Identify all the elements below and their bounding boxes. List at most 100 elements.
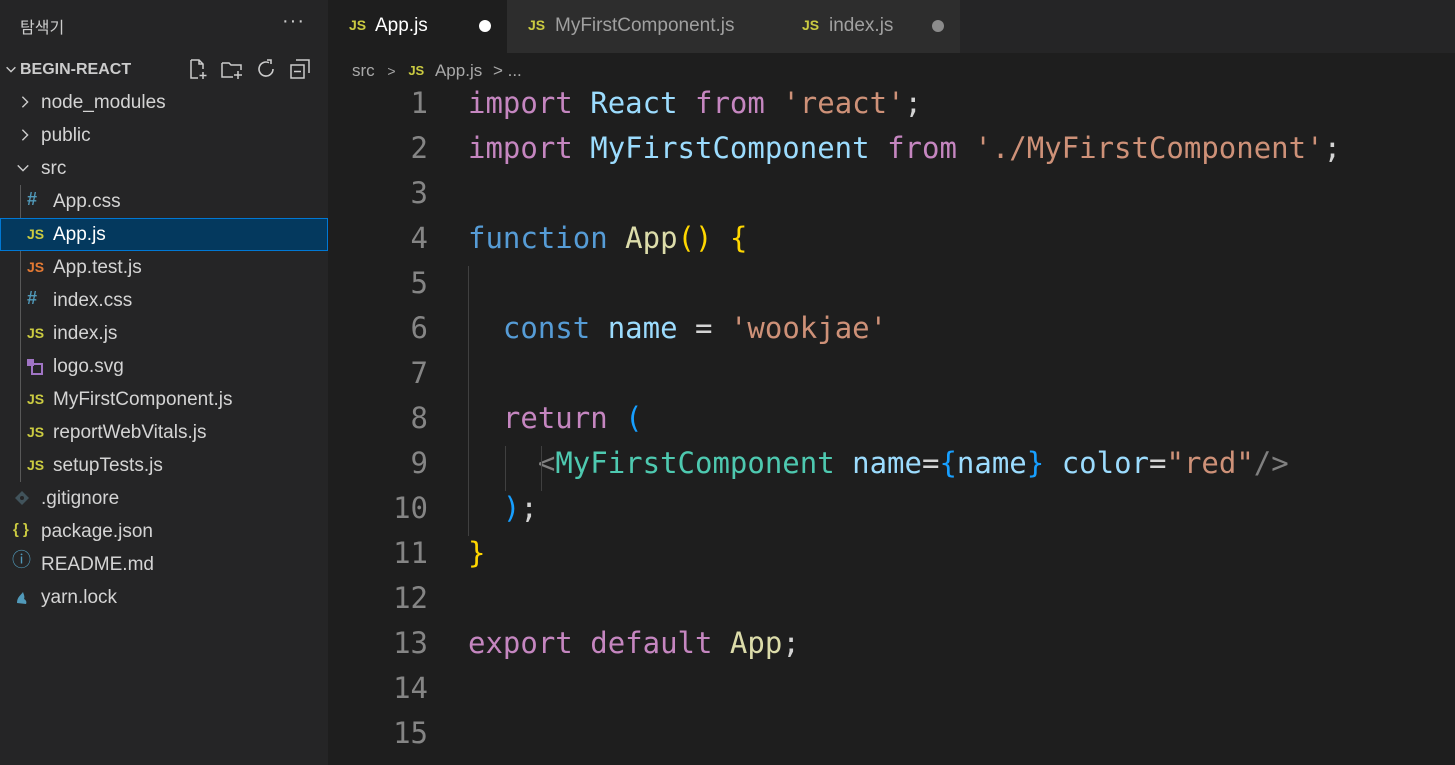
tree-item-index-js[interactable]: JS index.js <box>0 317 328 350</box>
line-number: 5 <box>410 266 428 300</box>
tree-item-label: MyFirstComponent.js <box>53 389 233 410</box>
js-file-icon: JS <box>528 17 546 33</box>
line-number: 12 <box>393 581 428 615</box>
tree-item-label: yarn.lock <box>41 587 118 608</box>
tree-item-src[interactable]: src <box>0 152 328 185</box>
new-folder-icon[interactable] <box>220 57 244 81</box>
code-token: 'react' <box>782 86 905 120</box>
code-line[interactable]: ); <box>468 491 538 525</box>
code-line[interactable]: function App() { <box>468 221 747 255</box>
new-file-icon[interactable] <box>186 57 210 81</box>
tree-item-index-css[interactable]: # index.css <box>0 284 328 317</box>
tree-item-setuptests-js[interactable]: JS setupTests.js <box>0 449 328 482</box>
code-token: } <box>1026 446 1045 480</box>
code-token: return <box>502 401 608 435</box>
tree-item-logo-svg[interactable]: logo.svg <box>0 350 328 383</box>
tab-label: App.js <box>375 15 428 36</box>
tab-label: MyFirstComponent.js <box>555 15 735 36</box>
line-number: 2 <box>410 131 428 165</box>
code-token: name <box>607 311 678 345</box>
tree-item-label: src <box>41 158 67 179</box>
code-token: { <box>729 221 748 255</box>
code-token: React <box>590 86 678 120</box>
tree-item-label: .gitignore <box>41 488 120 509</box>
code-token: "red" <box>1166 446 1254 480</box>
breadcrumb-symbol[interactable]: > ... <box>493 61 522 81</box>
code-token: ; <box>904 86 923 120</box>
code-token: } <box>468 536 486 570</box>
js-file-icon: JS <box>27 424 45 440</box>
tree-item-yarn-lock[interactable]: yarn.lock <box>0 581 328 614</box>
line-number: 14 <box>393 671 428 705</box>
tree-item-app-js[interactable]: JS App.js <box>0 218 328 251</box>
tree-item-label: App.css <box>53 191 121 212</box>
explorer-title: 탐색기 <box>20 20 65 37</box>
code-token: MyFirstComponent <box>555 446 835 480</box>
line-number: 3 <box>410 176 428 210</box>
line-number: 11 <box>393 536 428 570</box>
tree-item-app-css[interactable]: # App.css <box>0 185 328 218</box>
tree-item-readme-md[interactable]: ⓘ README.md <box>0 548 328 581</box>
code-line[interactable]: const name = 'wookjae' <box>468 311 887 345</box>
code-line[interactable]: } <box>468 536 485 570</box>
code-token: ; <box>520 491 538 525</box>
code-token: App <box>729 626 783 660</box>
git-file-icon <box>14 490 30 509</box>
js-file-icon: JS <box>349 17 367 33</box>
tree-item-label: index.js <box>53 323 118 344</box>
code-token: color <box>1061 446 1150 480</box>
code-line[interactable]: return ( <box>468 401 643 435</box>
explorer-sidebar: 탐색기 ··· BEGIN-REACT node_modules public … <box>0 0 328 765</box>
more-actions-button[interactable]: ··· <box>282 10 305 33</box>
unsaved-dot-icon[interactable] <box>932 20 944 32</box>
code-token: = <box>921 446 940 480</box>
refresh-icon[interactable] <box>254 57 278 81</box>
css-file-icon: # <box>27 189 38 209</box>
tab-app-js[interactable]: JS App.js <box>328 0 507 53</box>
tree-item-app-test-js[interactable]: JS App.test.js <box>0 251 328 284</box>
code-token: = <box>677 311 730 345</box>
tree-item-label: index.css <box>53 290 133 311</box>
line-number: 15 <box>393 716 428 750</box>
chevron-right-icon <box>21 129 29 141</box>
code-token: ; <box>782 626 800 660</box>
breadcrumb-file[interactable]: App.js <box>435 61 482 81</box>
editor-tab-bar: JS App.js JS MyFirstComponent.js JS inde… <box>328 0 1455 53</box>
tree-item-myfirstcomponent-js[interactable]: JS MyFirstComponent.js <box>0 383 328 416</box>
line-number: 4 <box>410 221 428 255</box>
tab-index-js[interactable]: JS index.js <box>781 0 960 53</box>
tree-item-public[interactable]: public <box>0 119 328 152</box>
unsaved-dot-icon[interactable] <box>479 20 491 32</box>
code-line[interactable]: import MyFirstComponent from './MyFirstC… <box>468 131 1341 165</box>
breadcrumb-folder[interactable]: src <box>352 61 375 81</box>
chevron-down-icon <box>6 66 16 73</box>
css-file-icon: # <box>27 288 38 308</box>
code-editor[interactable]: 1 2 3 4 5 6 7 8 9 10 11 12 13 14 15 import React from … <box>328 86 1455 765</box>
line-number: 7 <box>410 356 428 390</box>
code-line[interactable]: export default App; <box>468 626 800 660</box>
line-number: 10 <box>393 491 428 525</box>
code-token: ) <box>502 491 521 525</box>
code-line[interactable]: <MyFirstComponent name={name} color="red… <box>468 446 1289 480</box>
tree-item-package-json[interactable]: { } package.json <box>0 515 328 548</box>
indent-guide <box>468 266 469 536</box>
workspace-section-header[interactable]: BEGIN-REACT <box>0 54 328 86</box>
collapse-all-icon[interactable] <box>288 57 312 81</box>
tree-item-reportwebvitals-js[interactable]: JS reportWebVitals.js <box>0 416 328 449</box>
tree-item-gitignore[interactable]: .gitignore <box>0 482 328 515</box>
code-line[interactable]: import React from 'react'; <box>468 86 922 120</box>
code-token: MyFirstComponent <box>590 131 870 165</box>
tree-item-node-modules[interactable]: node_modules <box>0 86 328 119</box>
code-token: name <box>852 446 922 480</box>
code-token: /> <box>1253 446 1289 480</box>
tab-myfirstcomponent-js[interactable]: JS MyFirstComponent.js <box>507 0 781 53</box>
